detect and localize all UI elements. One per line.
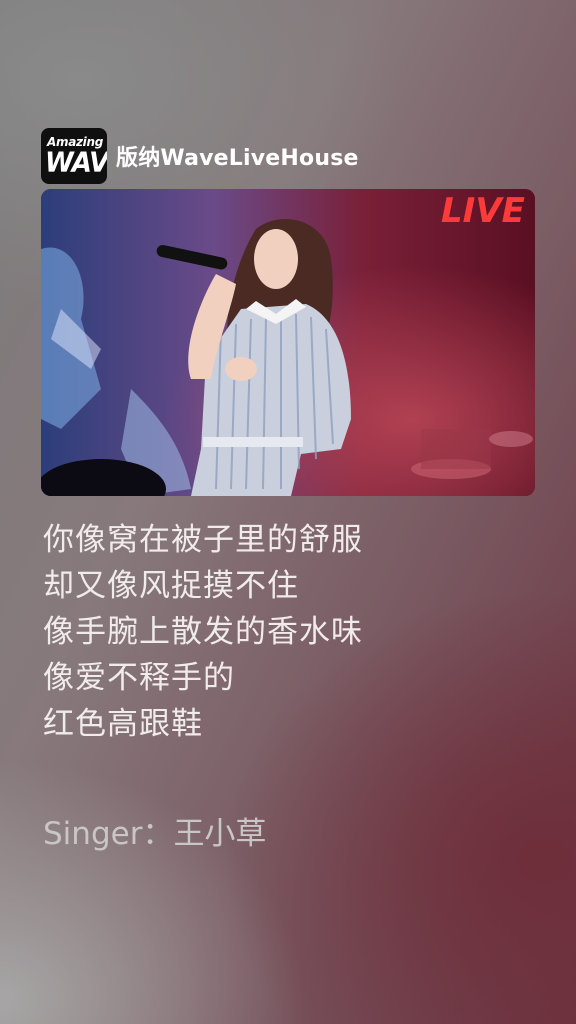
lyric-line: 却又像风捉摸不住 xyxy=(43,568,299,604)
amazing-wave-logo[interactable]: Amazing WAVE xyxy=(41,128,107,184)
singer-credit: Singer：王小草 xyxy=(43,811,266,857)
concert-photo: LIVE xyxy=(41,189,535,496)
venue-name[interactable]: 版纳WaveLiveHouse xyxy=(116,140,359,172)
lyric-line: 像爱不释手的 xyxy=(43,660,235,696)
singer-label: Singer： xyxy=(43,816,174,852)
singer-name: 王小草 xyxy=(173,816,267,852)
header: Amazing WAVE 版纳WaveLiveHouse xyxy=(41,128,359,184)
live-sign-text: LIVE xyxy=(441,191,525,231)
lyrics: 你像窝在被子里的舒服 却又像风捉摸不住 像手腕上散发的香水味 像爱不释手的 红色… xyxy=(43,517,363,747)
lyric-line: 红色高跟鞋 xyxy=(43,706,203,742)
singer-performance-image: LIVE xyxy=(41,189,535,496)
lyric-line: 你像窝在被子里的舒服 xyxy=(43,522,363,558)
logo-main-text: WAVE xyxy=(45,147,107,179)
lyric-line: 像手腕上散发的香水味 xyxy=(43,614,363,650)
